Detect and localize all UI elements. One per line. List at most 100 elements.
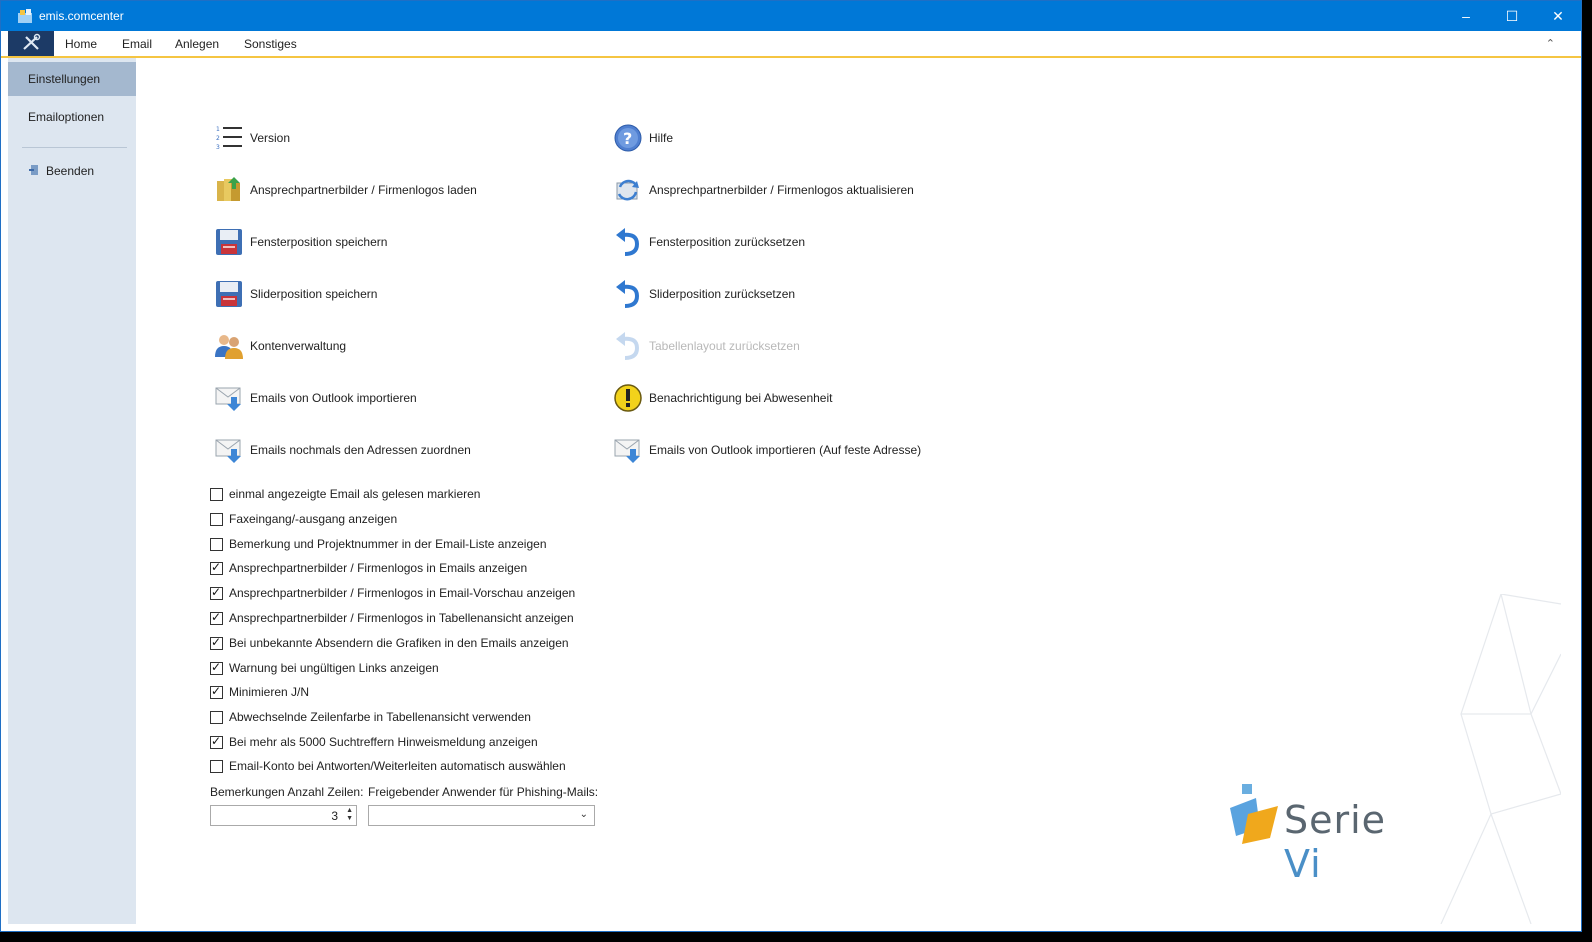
rows-count-label: Bemerkungen Anzahl Zeilen: bbox=[210, 785, 364, 799]
brand-text-accent: Vi bbox=[1284, 842, 1322, 886]
action-label: Hilfe bbox=[649, 131, 674, 145]
menu-home[interactable]: Home bbox=[65, 37, 97, 51]
undo-arrow-icon bbox=[613, 279, 643, 309]
settings-tab-button[interactable] bbox=[8, 31, 54, 56]
load-images-button[interactable]: Ansprechpartnerbilder / Firmenlogos lade… bbox=[214, 173, 477, 207]
checkbox[interactable] bbox=[210, 635, 223, 650]
app-window: emis.comcenter – ☐ ✕ Home Email Anlegen … bbox=[0, 0, 1582, 932]
exit-icon bbox=[29, 165, 38, 175]
help-button[interactable]: ? Hilfe bbox=[613, 121, 673, 155]
close-button[interactable]: ✕ bbox=[1535, 1, 1581, 31]
sidebar-item-einstellungen[interactable]: Einstellungen bbox=[8, 62, 136, 96]
reset-slider-position-button[interactable]: Sliderposition zurücksetzen bbox=[613, 277, 795, 311]
reset-table-layout-button[interactable]: Tabellenlayout zurücksetzen bbox=[613, 329, 800, 363]
collapse-ribbon-icon[interactable]: ⌃ bbox=[1546, 37, 1555, 50]
checkbox[interactable] bbox=[210, 560, 223, 575]
action-label: Version bbox=[250, 131, 291, 145]
option-label: Ansprechpartnerbilder / Firmenlogos in T… bbox=[229, 611, 574, 625]
background-decoration bbox=[1440, 594, 1561, 924]
reset-window-position-button[interactable]: Fensterposition zurücksetzen bbox=[613, 225, 805, 259]
sidebar-item-beenden[interactable]: Beenden bbox=[8, 154, 136, 188]
reassign-emails-button[interactable]: Emails nochmals den Adressen zuordnen bbox=[214, 433, 471, 467]
app-icon bbox=[18, 9, 32, 23]
serie-vi-logo: Serie Vi bbox=[1226, 780, 1436, 886]
checkbox[interactable] bbox=[210, 660, 223, 675]
import-outlook-emails-button[interactable]: Emails von Outlook importieren bbox=[214, 381, 417, 415]
refresh-images-icon bbox=[613, 175, 643, 205]
option-invalid-link-warning[interactable]: Warnung bei ungültigen Links anzeigen bbox=[210, 658, 439, 678]
option-unknown-sender-graphics[interactable]: Bei unbekannte Absendern die Grafiken in… bbox=[210, 633, 569, 653]
option-label: Faxeingang/-ausgang anzeigen bbox=[229, 512, 398, 526]
mail-import-icon bbox=[214, 435, 244, 465]
option-label: Warnung bei ungültigen Links anzeigen bbox=[229, 661, 439, 675]
load-images-icon bbox=[214, 175, 244, 205]
menu-anlegen[interactable]: Anlegen bbox=[175, 37, 219, 51]
sidebar: Einstellungen Emailoptionen Beenden bbox=[8, 58, 136, 924]
action-label: Ansprechpartnerbilder / Firmenlogos aktu… bbox=[649, 183, 914, 197]
option-show-remarks[interactable]: Bemerkung und Projektnummer in der Email… bbox=[210, 534, 547, 554]
svg-text:?: ? bbox=[623, 129, 632, 148]
option-logos-in-preview[interactable]: Ansprechpartnerbilder / Firmenlogos in E… bbox=[210, 583, 575, 603]
menu-email[interactable]: Email bbox=[122, 37, 152, 51]
option-label: Ansprechpartnerbilder / Firmenlogos in E… bbox=[229, 561, 528, 575]
action-label: Emails von Outlook importieren bbox=[250, 391, 417, 405]
brand-text: Serie Vi bbox=[1284, 798, 1436, 886]
sidebar-item-label: Einstellungen bbox=[28, 72, 101, 86]
warning-icon bbox=[613, 383, 643, 413]
option-label: Bei unbekannte Absendern die Grafiken in… bbox=[229, 636, 569, 650]
menu-sonstiges[interactable]: Sonstiges bbox=[244, 37, 297, 51]
maximize-button[interactable]: ☐ bbox=[1489, 1, 1535, 31]
action-label: Benachrichtigung bei Abwesenheit bbox=[649, 391, 833, 405]
checkbox[interactable] bbox=[210, 585, 223, 600]
checkbox[interactable] bbox=[210, 537, 223, 551]
option-minimize[interactable]: Minimieren J/N bbox=[210, 682, 309, 702]
sidebar-item-label: Beenden bbox=[46, 164, 95, 178]
option-auto-select-account[interactable]: Email-Konto bei Antworten/Weiterleiten a… bbox=[210, 756, 566, 776]
chevron-down-icon[interactable]: ⌄ bbox=[580, 809, 588, 820]
import-outlook-fixed-address-button[interactable]: Emails von Outlook importieren (Auf fest… bbox=[613, 433, 921, 467]
checkbox[interactable] bbox=[210, 487, 223, 501]
rows-count-stepper[interactable]: 3 ▲ ▼ bbox=[210, 805, 357, 826]
checkbox[interactable] bbox=[210, 759, 223, 773]
action-label: Emails nochmals den Adressen zuordnen bbox=[250, 443, 471, 457]
option-logos-in-emails[interactable]: Ansprechpartnerbilder / Firmenlogos in E… bbox=[210, 558, 527, 578]
absence-notification-button[interactable]: Benachrichtigung bei Abwesenheit bbox=[613, 381, 832, 415]
phishing-user-label: Freigebender Anwender für Phishing-Mails… bbox=[368, 785, 599, 799]
refresh-images-button[interactable]: Ansprechpartnerbilder / Firmenlogos aktu… bbox=[613, 173, 914, 207]
window-title: emis.comcenter bbox=[39, 9, 124, 23]
save-window-position-button[interactable]: Fensterposition speichern bbox=[214, 225, 387, 259]
save-floppy-icon bbox=[214, 279, 244, 309]
account-management-button[interactable]: Kontenverwaltung bbox=[214, 329, 346, 363]
help-icon: ? bbox=[613, 123, 643, 153]
phishing-user-select[interactable]: ⌄ bbox=[368, 805, 595, 826]
checkbox[interactable] bbox=[210, 710, 223, 724]
users-icon bbox=[214, 331, 244, 361]
title-bar: emis.comcenter – ☐ ✕ bbox=[1, 1, 1581, 31]
stepper-arrows-icon[interactable]: ▲ ▼ bbox=[346, 807, 353, 823]
sidebar-divider bbox=[22, 147, 127, 148]
option-logos-in-table[interactable]: Ansprechpartnerbilder / Firmenlogos in T… bbox=[210, 608, 574, 628]
svg-text:3: 3 bbox=[216, 144, 220, 151]
sidebar-item-emailoptionen[interactable]: Emailoptionen bbox=[8, 100, 136, 134]
option-label: einmal angezeigte Email als gelesen mark… bbox=[229, 487, 481, 501]
option-show-fax[interactable]: Faxeingang/-ausgang anzeigen bbox=[210, 509, 397, 529]
minimize-button[interactable]: – bbox=[1443, 1, 1489, 31]
option-mark-read[interactable]: einmal angezeigte Email als gelesen mark… bbox=[210, 484, 480, 504]
option-alternate-row-color[interactable]: Abwechselnde Zeilenfarbe in Tabellenansi… bbox=[210, 707, 531, 727]
save-slider-position-button[interactable]: Sliderposition speichern bbox=[214, 277, 377, 311]
mail-import-icon bbox=[214, 383, 244, 413]
action-label: Fensterposition zurücksetzen bbox=[649, 235, 806, 249]
brand-logo-icon bbox=[1230, 784, 1278, 844]
svg-text:1: 1 bbox=[216, 126, 220, 133]
checkbox[interactable] bbox=[210, 684, 223, 699]
option-label: Email-Konto bei Antworten/Weiterleiten a… bbox=[229, 759, 566, 773]
action-label: Tabellenlayout zurücksetzen bbox=[649, 339, 800, 353]
checkbox[interactable] bbox=[210, 734, 223, 749]
checkbox[interactable] bbox=[210, 610, 223, 625]
version-button[interactable]: 1 2 3 Version bbox=[214, 121, 290, 155]
numbered-list-icon: 1 2 3 bbox=[214, 123, 244, 153]
checkbox[interactable] bbox=[210, 512, 223, 526]
option-search-hint[interactable]: Bei mehr als 5000 Suchtreffern Hinweisme… bbox=[210, 732, 538, 752]
action-label: Fensterposition speichern bbox=[250, 235, 388, 249]
option-label: Bemerkung und Projektnummer in der Email… bbox=[229, 537, 547, 551]
